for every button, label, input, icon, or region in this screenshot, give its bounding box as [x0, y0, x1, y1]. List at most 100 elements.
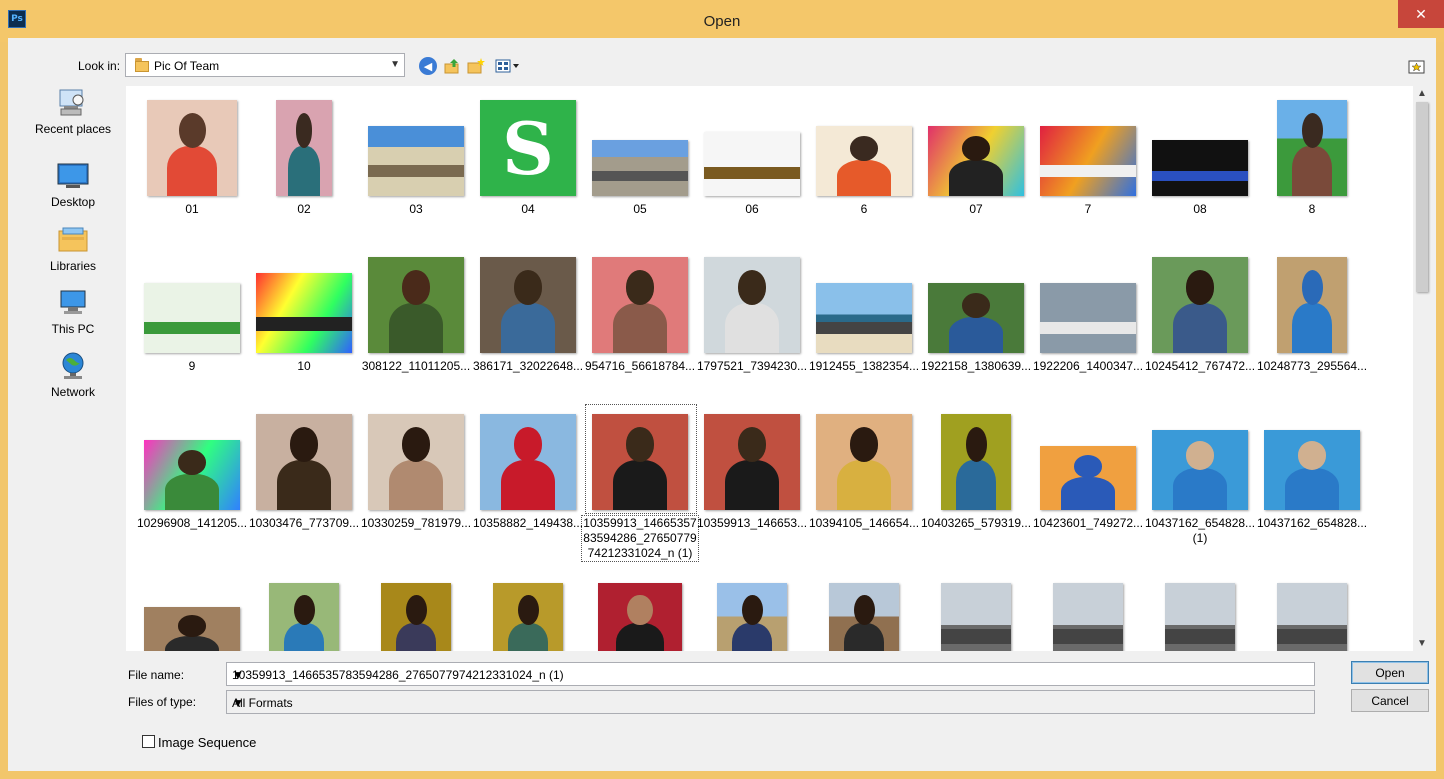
chevron-down-icon: ▼ — [390, 59, 400, 70]
up-folder-button[interactable] — [442, 56, 462, 76]
place-recent-places[interactable]: Recent places — [28, 88, 118, 136]
file-name-label: 10296908_141205... — [136, 516, 248, 530]
file-item[interactable]: 10403265_579319... — [920, 406, 1032, 566]
file-item[interactable]: 10437162_654828... — [1256, 406, 1368, 566]
cancel-button[interactable]: Cancel — [1351, 689, 1429, 712]
new-folder-button[interactable] — [466, 56, 486, 76]
new-folder-icon — [467, 58, 485, 74]
file-item[interactable]: 05 — [584, 92, 696, 252]
image-sequence-checkbox[interactable] — [142, 735, 155, 748]
file-name-label: 1922158_1380639... — [920, 359, 1032, 373]
files-of-type-dropdown[interactable]: All Formats ▼ — [226, 690, 1315, 714]
file-item[interactable]: 9 — [136, 249, 248, 409]
look-in-dropdown[interactable]: Pic Of Team ▼ — [125, 53, 405, 77]
file-item[interactable]: 10245412_767472... — [1144, 249, 1256, 409]
file-item[interactable]: 7 — [1032, 92, 1144, 252]
image-thumbnail — [1152, 140, 1248, 196]
chevron-down-icon[interactable]: ▼ — [232, 668, 1310, 682]
file-item[interactable]: 08 — [1144, 92, 1256, 252]
file-item[interactable]: 10 — [248, 249, 360, 409]
vertical-scrollbar[interactable]: ▲ ▼ — [1413, 86, 1431, 651]
file-name-label: 04 — [521, 202, 535, 216]
file-item[interactable]: 308122_11011205... — [360, 249, 472, 409]
file-item[interactable]: 03 — [360, 92, 472, 252]
file-item[interactable]: 8 — [1256, 92, 1368, 252]
image-thumbnail — [1277, 100, 1347, 196]
file-item[interactable]: 10437162_654828... (1) — [1144, 406, 1256, 566]
file-name-label: 10330259_781979... — [360, 516, 472, 530]
window-title: Open — [703, 13, 741, 30]
place-label: This PC — [51, 322, 95, 336]
file-item[interactable]: 386171_32022648... — [472, 249, 584, 409]
file-item[interactable]: 1797521_7394230... — [696, 249, 808, 409]
back-button[interactable]: ◀ — [418, 56, 438, 76]
file-list[interactable]: 01 02 03 S 04 05 06 6 07 7 08 8 9 10 308122_11011205..… — [126, 86, 1431, 651]
file-item[interactable]: 01 — [136, 92, 248, 252]
file-name-label: 10423601_749272... — [1032, 516, 1144, 530]
chevron-down-icon[interactable]: ▼ — [232, 696, 1310, 710]
image-thumbnail — [1040, 126, 1136, 196]
file-item[interactable]: 10248773_295564... — [1256, 249, 1368, 409]
image-thumbnail — [928, 283, 1024, 353]
file-item[interactable] — [136, 563, 248, 651]
place-label: Recent places — [34, 122, 112, 136]
view-menu-button[interactable] — [494, 56, 522, 76]
place-label: Libraries — [49, 259, 97, 273]
file-name-label: 1912455_1382354... — [808, 359, 920, 373]
file-item[interactable]: 10303476_773709... — [248, 406, 360, 566]
image-thumbnail — [381, 583, 451, 651]
files-of-type-label-text: Files of type: — [128, 695, 197, 709]
file-item[interactable]: 10394105_146654... — [808, 406, 920, 566]
image-thumbnail — [144, 283, 240, 353]
image-thumbnail — [144, 607, 240, 651]
libraries-icon — [56, 225, 90, 255]
file-item[interactable] — [584, 563, 696, 651]
file-item[interactable]: 954716_56618784... — [584, 249, 696, 409]
file-item[interactable]: 1912455_1382354... — [808, 249, 920, 409]
place-libraries[interactable]: Libraries — [28, 225, 118, 273]
title-bar: Ps Open ✕ — [0, 0, 1444, 42]
file-item[interactable]: 02 — [248, 92, 360, 252]
close-button[interactable]: ✕ — [1398, 0, 1444, 28]
file-item[interactable] — [808, 563, 920, 651]
favorite-folder-button[interactable] — [1407, 56, 1427, 76]
network-icon — [56, 351, 90, 381]
image-thumbnail — [704, 257, 800, 353]
scroll-up-icon[interactable]: ▲ — [1413, 88, 1431, 99]
file-name-field[interactable]: 10359913_1466535783594286_27650779742123… — [226, 662, 1315, 686]
file-item[interactable]: 10296908_141205... — [136, 406, 248, 566]
file-item[interactable] — [1144, 563, 1256, 651]
scroll-down-icon[interactable]: ▼ — [1413, 638, 1431, 649]
file-name-label: 10437162_654828... — [1256, 516, 1368, 530]
file-item[interactable]: 1922158_1380639... — [920, 249, 1032, 409]
open-button[interactable]: Open — [1351, 661, 1429, 684]
file-item[interactable]: 07 — [920, 92, 1032, 252]
file-name-label: File name: — [128, 668, 184, 682]
file-item[interactable] — [696, 563, 808, 651]
file-item[interactable] — [472, 563, 584, 651]
file-item[interactable]: 06 — [696, 92, 808, 252]
file-item[interactable]: S 04 — [472, 92, 584, 252]
scroll-thumb[interactable] — [1416, 102, 1428, 292]
file-item[interactable]: 10359913_1466535783594286_27650779742123… — [581, 404, 699, 566]
place-this-pc[interactable]: This PC — [28, 288, 118, 336]
file-item[interactable]: 10423601_749272... — [1032, 406, 1144, 566]
file-item[interactable]: 10330259_781979... — [360, 406, 472, 566]
image-thumbnail — [1277, 583, 1347, 651]
file-item[interactable]: 10359913_146653... — [696, 406, 808, 566]
file-item[interactable] — [1032, 563, 1144, 651]
file-name-label: 308122_11011205... — [361, 359, 471, 373]
file-name-label: 10359913_1466535783594286_27650779742123… — [581, 515, 699, 562]
file-item[interactable] — [1256, 563, 1368, 651]
file-item[interactable] — [360, 563, 472, 651]
place-network[interactable]: Network — [28, 351, 118, 399]
file-item[interactable]: 10358882_149438... — [472, 406, 584, 566]
file-item[interactable]: 1922206_1400347... — [1032, 249, 1144, 409]
file-item[interactable] — [920, 563, 1032, 651]
file-item[interactable] — [248, 563, 360, 651]
place-desktop[interactable]: Desktop — [28, 161, 118, 209]
file-name-label: 01 — [185, 202, 199, 216]
image-thumbnail: S — [480, 100, 576, 196]
image-thumbnail — [480, 414, 576, 510]
file-item[interactable]: 6 — [808, 92, 920, 252]
